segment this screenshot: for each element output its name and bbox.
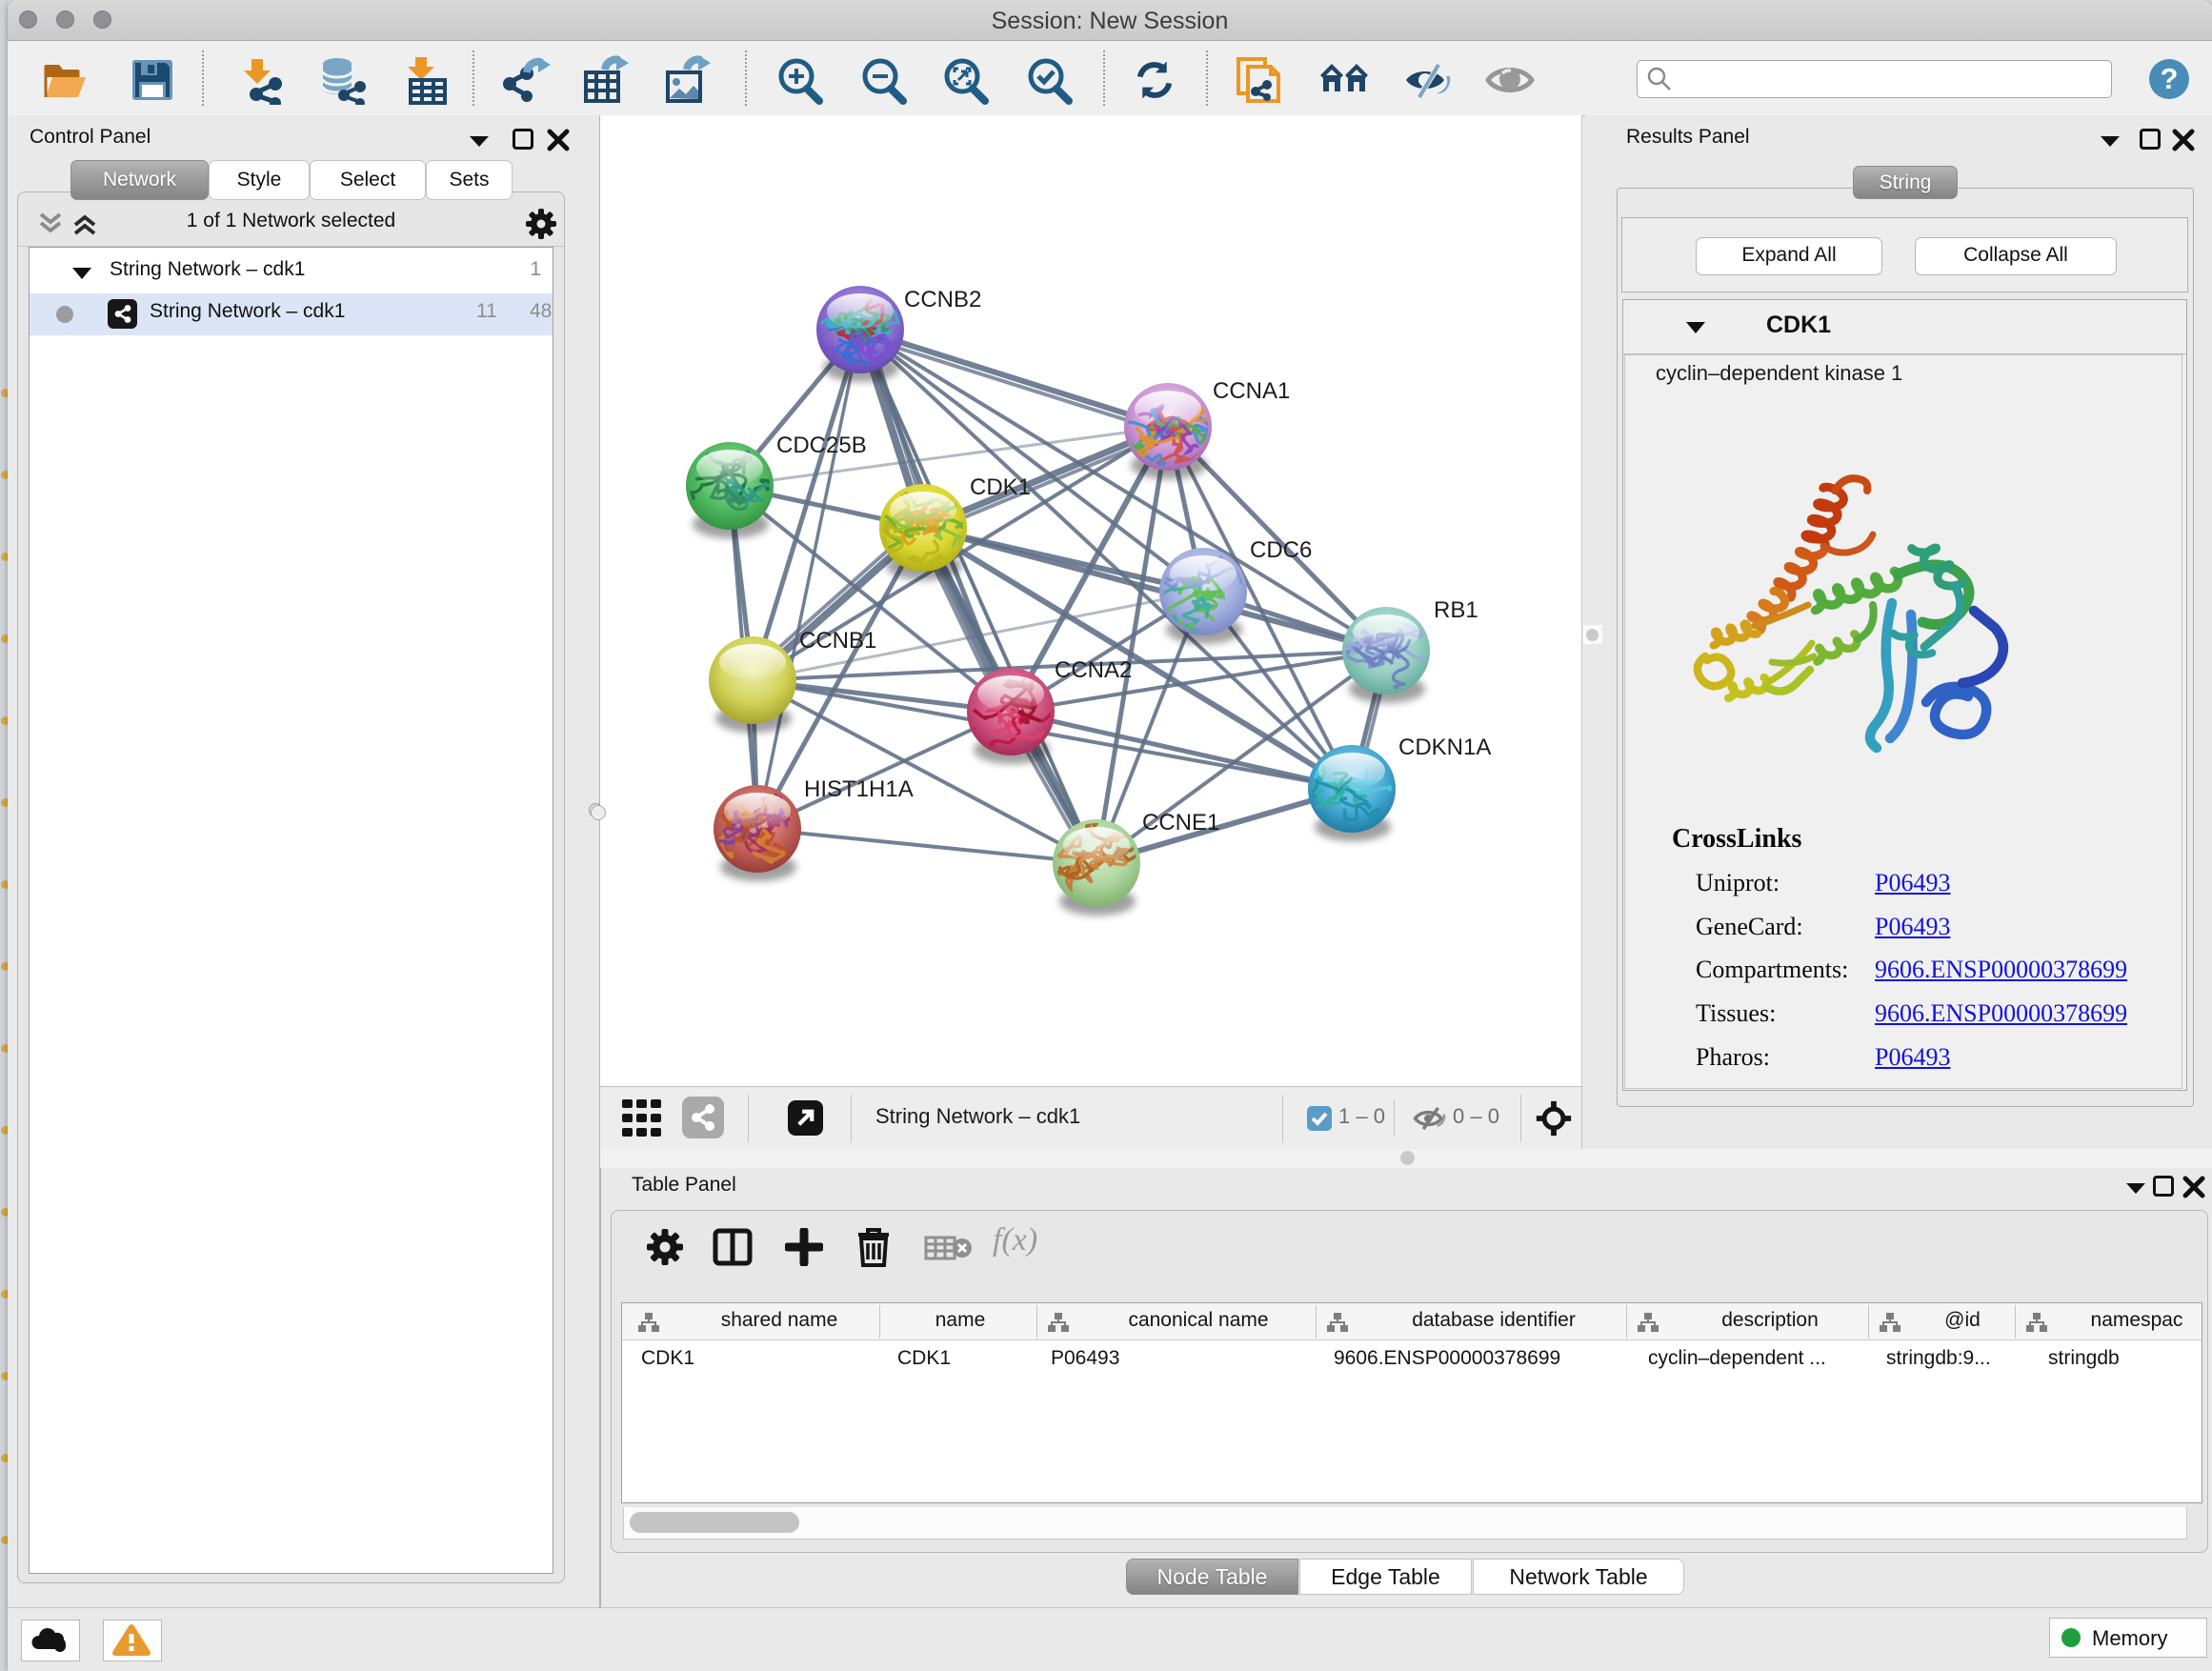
svg-text:CDK1: CDK1 (970, 474, 1031, 500)
svg-text:CCNA1: CCNA1 (1213, 378, 1290, 404)
svg-text:CCNB2: CCNB2 (904, 287, 981, 312)
svg-text:CCNA2: CCNA2 (1055, 657, 1132, 683)
svg-text:CDKN1A: CDKN1A (1398, 735, 1491, 760)
svg-text:HIST1H1A: HIST1H1A (804, 776, 914, 802)
svg-text:CCNB1: CCNB1 (799, 628, 876, 654)
svg-text:CCNE1: CCNE1 (1142, 810, 1219, 836)
svg-text:CDC6: CDC6 (1250, 537, 1312, 563)
svg-text:RB1: RB1 (1434, 597, 1478, 623)
svg-text:CDC25B: CDC25B (776, 433, 867, 458)
